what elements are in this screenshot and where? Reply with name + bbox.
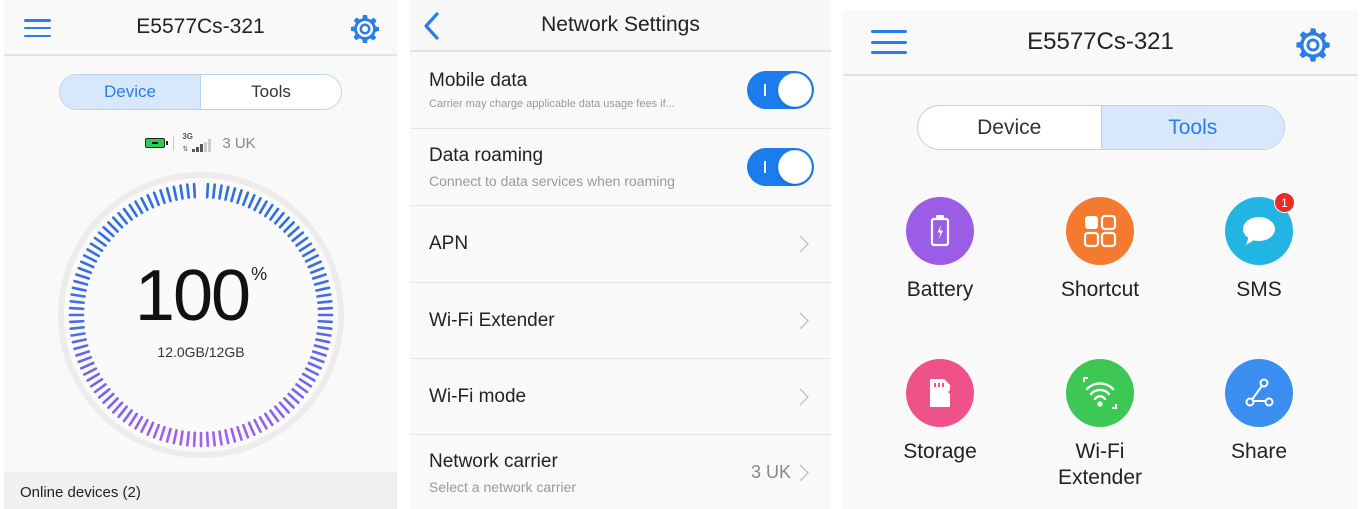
setting-wifi-mode[interactable]: Wi-Fi mode: [410, 359, 831, 435]
signal-strength: [192, 139, 211, 152]
battery-icon: [906, 197, 974, 265]
device-tools-switch: Device Tools: [59, 74, 342, 110]
tool-label-line: Wi-Fi: [1075, 440, 1125, 463]
gear-icon[interactable]: [1294, 26, 1332, 64]
carrier-value: 3 UK: [750, 462, 791, 482]
chevron-left-icon[interactable]: [420, 10, 444, 42]
tool-label: Battery: [906, 278, 974, 301]
setting-title: APN: [429, 233, 469, 254]
tool-label: SMS: [1236, 278, 1282, 301]
mobile-data-toggle[interactable]: [747, 71, 814, 109]
online-devices-header[interactable]: Online devices (2): [4, 472, 397, 509]
setting-wifi-extender[interactable]: Wi-Fi Extender: [410, 283, 831, 359]
signal-bar: [192, 149, 195, 152]
tool-label: Storage: [903, 440, 977, 463]
setting-mobile-data: Mobile data Carrier may charge applicabl…: [410, 52, 831, 129]
data-arrows-icon: ⇅: [182, 146, 189, 153]
device-screen: E5577Cs-321 Device Tools 3G ⇅ 3 UK 100 %…: [4, 0, 397, 509]
top-bar: E5577Cs-321: [4, 0, 397, 56]
gear-icon[interactable]: [349, 13, 381, 45]
top-bar: Network Settings: [410, 0, 831, 52]
gauge-readout: 100 % 12.0GB/12GB: [56, 170, 346, 460]
chevron-right-icon: [799, 387, 809, 406]
chevron-right-icon: [799, 235, 809, 253]
device-title: E5577Cs-321: [1027, 28, 1174, 55]
tab-device[interactable]: Device: [918, 106, 1101, 149]
signal-bar: [196, 146, 199, 152]
chevron-right-icon: [799, 311, 809, 330]
chevron-right-icon: [799, 464, 809, 482]
battery-charging-icon: [145, 138, 169, 148]
usage-percent: 100: [134, 256, 251, 336]
setting-network-carrier[interactable]: Network carrier Select a network carrier…: [410, 435, 831, 509]
message-bubble-icon: 1: [1225, 192, 1295, 265]
page-title: Network Settings: [541, 13, 700, 36]
signal-bar: [204, 141, 207, 152]
data-used-total: 12.0GB/12GB: [157, 344, 245, 360]
hamburger-menu-icon[interactable]: [24, 19, 51, 37]
tool-shortcut[interactable]: Shortcut: [1040, 197, 1160, 303]
unread-badge: 1: [1274, 192, 1295, 213]
shortcut-grid-icon: [1066, 197, 1134, 265]
percent-sign: %: [251, 264, 268, 284]
device-tools-switch: Device Tools: [917, 105, 1285, 150]
tab-tools[interactable]: Tools: [200, 75, 341, 109]
tool-battery[interactable]: Battery: [880, 197, 1000, 303]
setting-data-roaming: Data roaming Connect to data services wh…: [410, 129, 831, 206]
signal-bar: [200, 144, 203, 152]
data-roaming-toggle[interactable]: [747, 148, 814, 186]
tool-label-line: Extender: [1057, 466, 1143, 489]
setting-title: Wi-Fi Extender: [429, 309, 555, 331]
tool-label: Shortcut: [1060, 278, 1140, 301]
device-title: E5577Cs-321: [136, 15, 265, 38]
signal-bars-icon: 3G ⇅: [182, 132, 214, 154]
carrier-name: 3 UK: [222, 134, 256, 152]
tool-label: Share: [1230, 440, 1288, 463]
divider: [173, 136, 175, 150]
tab-tools[interactable]: Tools: [1100, 106, 1284, 149]
top-bar: E5577Cs-321: [843, 10, 1358, 76]
tool-sms[interactable]: 1 SMS: [1199, 192, 1319, 303]
tool-share[interactable]: Share: [1199, 359, 1319, 465]
hamburger-menu-icon[interactable]: [871, 30, 907, 54]
tool-label: Wi-Fi Extender: [1058, 439, 1142, 491]
network-settings-screen: Network Settings Mobile data Carrier may…: [410, 0, 831, 509]
setting-title: Wi-Fi mode: [429, 385, 527, 407]
tool-wifi-extender[interactable]: Wi-Fi Extender: [1040, 359, 1160, 491]
tool-storage[interactable]: Storage: [880, 359, 1000, 465]
share-icon: [1225, 359, 1293, 427]
tab-device[interactable]: Device: [60, 75, 200, 109]
sd-card-icon: [906, 359, 974, 427]
setting-apn[interactable]: APN: [410, 206, 831, 283]
signal-bar: [208, 139, 211, 152]
device-status: 3G ⇅ 3 UK: [4, 130, 397, 156]
tools-screen: E5577Cs-321 Device Tools Battery Shortcu…: [843, 10, 1358, 509]
wifi-extender-icon: [1066, 359, 1134, 427]
